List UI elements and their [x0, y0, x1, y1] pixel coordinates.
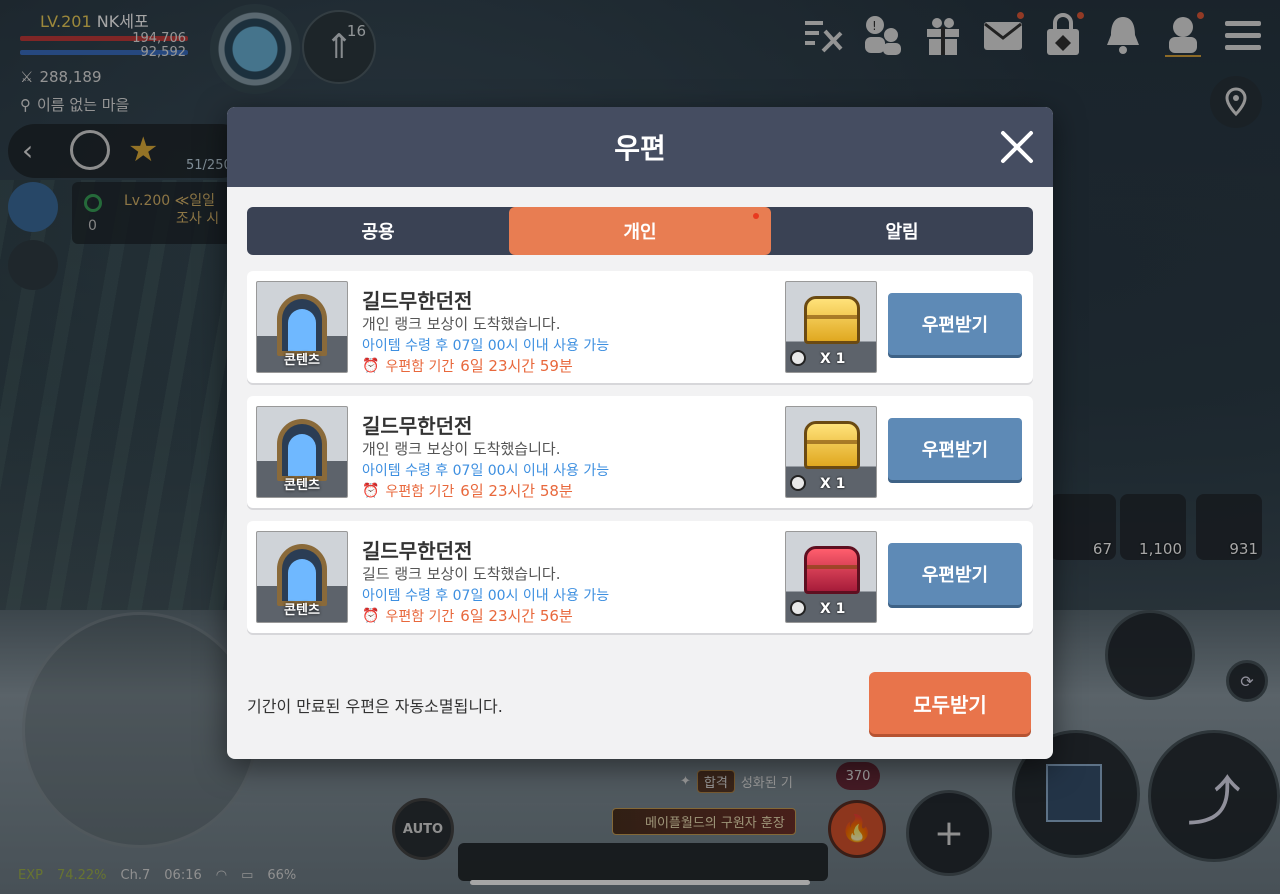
alarm-clock-icon: ⏰: [362, 357, 380, 374]
mail-tabs: 공용 개인 알림: [247, 207, 1033, 255]
reward-item: X 1: [785, 531, 877, 623]
alarm-clock-icon: ⏰: [362, 482, 380, 499]
thumbnail-label: 콘텐츠: [284, 478, 320, 493]
tab-label: 개인: [623, 222, 657, 243]
thumbnail-label: 콘텐츠: [284, 603, 320, 618]
mail-title: 길드무한던전: [362, 539, 473, 563]
close-icon: [1001, 131, 1033, 163]
modal-header: 우편: [227, 107, 1053, 187]
reward-quantity: X 1: [820, 476, 846, 492]
mail-expire: ⏰ 우편함 기간 6일 23시간 59분: [362, 355, 573, 376]
receive-mail-button[interactable]: 우편받기: [888, 418, 1022, 480]
timer-icon: [790, 600, 806, 616]
mail-modal: 우편 공용 개인 알림 콘텐츠 길드무한던전 개인 랭크 보상이 도착했습니다.…: [227, 107, 1053, 759]
mail-expire: ⏰ 우편함 기간 6일 23시간 58분: [362, 480, 573, 501]
timer-icon: [790, 475, 806, 491]
mail-item: 콘텐츠 길드무한던전 개인 랭크 보상이 도착했습니다. 아이템 수령 후 07…: [247, 271, 1033, 383]
mail-use-note: 아이템 수령 후 07일 00시 이내 사용 가능: [362, 463, 610, 479]
dungeon-gate-icon: [277, 419, 327, 481]
reward-quantity: X 1: [820, 601, 846, 617]
reward-quantity: X 1: [820, 351, 846, 367]
mail-list: 콘텐츠 길드무한던전 개인 랭크 보상이 도착했습니다. 아이템 수령 후 07…: [247, 271, 1033, 646]
mail-expire: ⏰ 우편함 기간 6일 23시간 56분: [362, 605, 573, 626]
close-button[interactable]: [995, 125, 1039, 169]
mail-item: 콘텐츠 길드무한던전 개인 랭크 보상이 도착했습니다. 아이템 수령 후 07…: [247, 396, 1033, 508]
content-thumbnail: 콘텐츠: [256, 406, 348, 498]
mail-title: 길드무한던전: [362, 289, 473, 313]
modal-title: 우편: [614, 132, 666, 165]
expire-value: 6일 23시간 58분: [460, 482, 573, 500]
mail-description: 개인 랭크 보상이 도착했습니다.: [362, 315, 561, 333]
tab-label: 공용: [361, 222, 395, 243]
tab-public[interactable]: 공용: [247, 207, 509, 255]
dungeon-gate-icon: [277, 544, 327, 606]
expire-value: 6일 23시간 56분: [460, 607, 573, 625]
thumbnail-label: 콘텐츠: [284, 353, 320, 368]
expire-label: 우편함 기간: [385, 358, 455, 375]
alarm-clock-icon: ⏰: [362, 607, 380, 624]
mail-title: 길드무한던전: [362, 414, 473, 438]
content-thumbnail: 콘텐츠: [256, 281, 348, 373]
dungeon-gate-icon: [277, 294, 327, 356]
tab-label: 알림: [885, 222, 919, 243]
mail-description: 길드 랭크 보상이 도착했습니다.: [362, 565, 561, 583]
mail-use-note: 아이템 수령 후 07일 00시 이내 사용 가능: [362, 338, 610, 354]
timer-icon: [790, 350, 806, 366]
tab-notification-dot: [753, 213, 759, 219]
gold-chest-icon: [804, 296, 860, 344]
tab-personal[interactable]: 개인: [509, 207, 771, 255]
red-chest-icon: [804, 546, 860, 594]
receive-mail-button[interactable]: 우편받기: [888, 543, 1022, 605]
content-thumbnail: 콘텐츠: [256, 531, 348, 623]
receive-all-button[interactable]: 모두받기: [869, 672, 1031, 734]
expire-value: 6일 23시간 59분: [460, 357, 573, 375]
expiry-notice: 기간이 만료된 우편은 자동소멸됩니다.: [247, 697, 503, 716]
tab-notice[interactable]: 알림: [771, 207, 1033, 255]
expire-label: 우편함 기간: [385, 608, 455, 625]
gold-chest-icon: [804, 421, 860, 469]
mail-item: 콘텐츠 길드무한던전 길드 랭크 보상이 도착했습니다. 아이템 수령 후 07…: [247, 521, 1033, 633]
expire-label: 우편함 기간: [385, 483, 455, 500]
receive-mail-button[interactable]: 우편받기: [888, 293, 1022, 355]
mail-use-note: 아이템 수령 후 07일 00시 이내 사용 가능: [362, 588, 610, 604]
reward-item: X 1: [785, 406, 877, 498]
reward-item: X 1: [785, 281, 877, 373]
mail-description: 개인 랭크 보상이 도착했습니다.: [362, 440, 561, 458]
